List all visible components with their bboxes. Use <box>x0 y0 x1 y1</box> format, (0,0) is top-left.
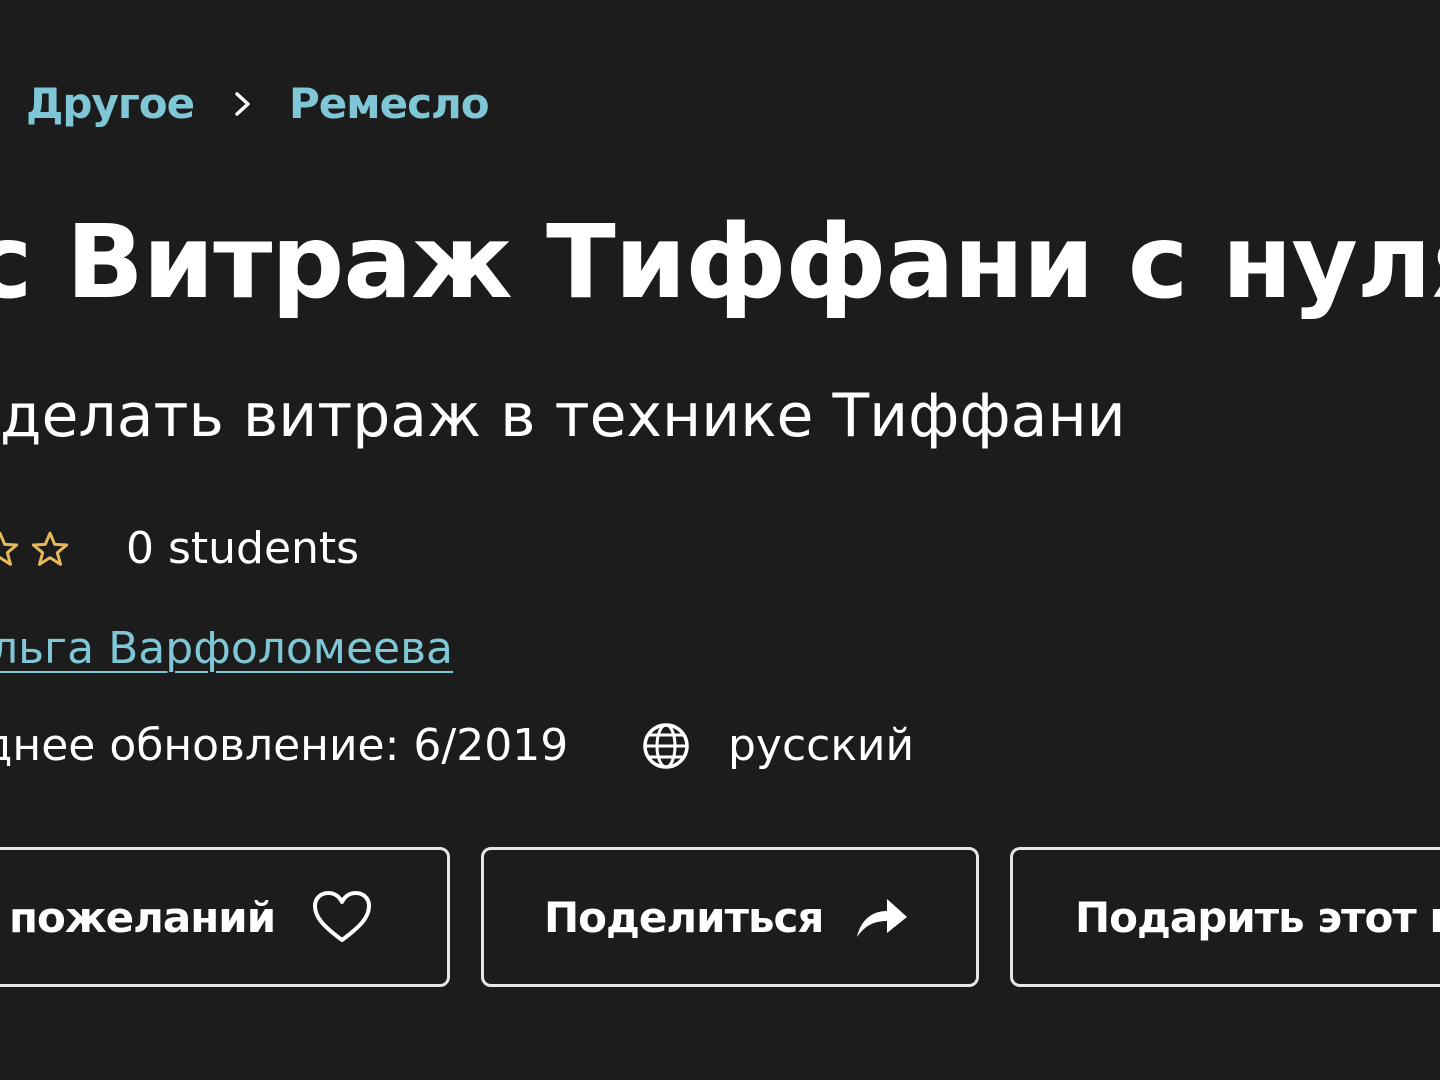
course-language: русский <box>728 720 915 771</box>
students-count: 0 students <box>126 523 360 574</box>
share-arrow-icon <box>857 899 908 937</box>
gift-course-button[interactable]: Подарить этот к <box>1010 847 1440 987</box>
rating-stars <box>0 526 70 572</box>
wishlist-button-label: пожеланий <box>9 892 276 942</box>
star-outline-icon <box>0 531 19 566</box>
breadcrumb-link-craft[interactable]: Ремесло <box>289 74 490 134</box>
share-button-label: Поделиться <box>544 892 824 942</box>
wishlist-button[interactable]: пожеланий <box>0 847 450 987</box>
globe-icon <box>643 723 689 769</box>
star-outline-icon <box>31 531 69 566</box>
course-subtitle: делать витраж в технике Тиффани <box>0 381 1126 451</box>
instructor-link[interactable]: льга Варфоломеева <box>0 620 453 678</box>
share-button[interactable]: Поделиться <box>481 847 979 987</box>
chevron-right-icon <box>235 92 250 116</box>
heart-icon <box>313 891 372 942</box>
course-title: с Витраж Тиффани с нуля <box>0 203 1440 322</box>
last-updated: днее обновление: 6/2019 <box>0 720 569 771</box>
breadcrumb-link-other[interactable]: Другое <box>26 74 195 134</box>
gift-course-button-label: Подарить этот к <box>1075 892 1440 942</box>
